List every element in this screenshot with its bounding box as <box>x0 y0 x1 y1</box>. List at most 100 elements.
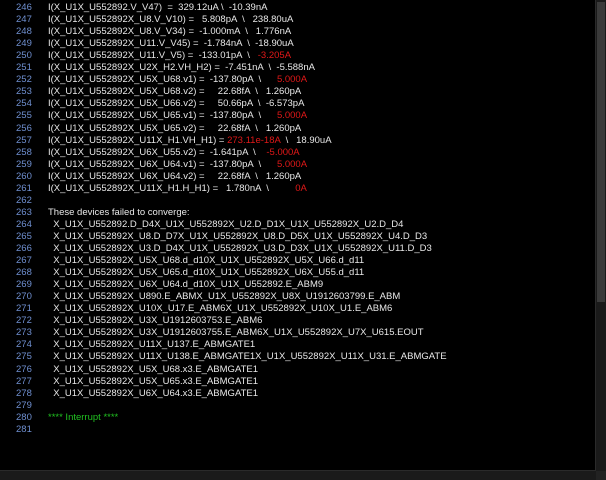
output-text: I(X_U1X_U552892X_U5X_U65.v1) = -137.80pA… <box>48 110 277 122</box>
error-value: -3.205A <box>257 50 292 62</box>
output-line: I(X_U1X_U552892X_U8.V_V10) = 5.808pA \ 2… <box>48 15 293 25</box>
line-number: 273 <box>16 327 32 339</box>
output-line: X_U1X_U552892X_U11X_U138.E_ABMGATE1X_U1X… <box>48 351 447 363</box>
output-text: X_U1X_U552892X_U3X_U1912603755.E_ABM6X_U… <box>48 327 424 339</box>
output-text: X_U1X_U552892X_U8.D_D7X_U1X_U552892X_U8.… <box>48 230 428 242</box>
scrollbar-corner <box>596 471 606 480</box>
line-number: 257 <box>16 134 32 146</box>
output-text: X_U1X_U552892X_U11X_U137.E_ABMGATE1 <box>48 339 256 351</box>
output-text: I(X_U1X_U552892X_U2X_H2.VH_H2) = -7.451n… <box>48 62 315 74</box>
line-number: 281 <box>16 423 32 435</box>
output-text: X_U1X_U552892X_U5X_U65.d_d10X_U1X_U55289… <box>48 267 365 279</box>
line-number: 268 <box>16 267 32 279</box>
output-text: X_U1X_U552892X_U10X_U17.E_ABM6X_U1X_U552… <box>48 303 393 315</box>
line-number: 260 <box>16 170 32 182</box>
output-text: I(X_U1X_U552892X_U6X_U64.v2) = 22.68fA \… <box>48 170 302 182</box>
output-text: X_U1X_U552892X_U11X_U138.E_ABMGATE1X_U1X… <box>48 351 447 363</box>
output-text: \ 18.90uA <box>280 134 332 146</box>
line-number: 270 <box>16 291 32 303</box>
horizontal-scrollbar[interactable] <box>0 470 596 480</box>
output-text: These devices failed to converge: <box>48 206 190 218</box>
line-number: 261 <box>16 182 32 194</box>
output-line: I(X_U1X_U552892X_U6X_U64.v2) = 22.68fA \… <box>48 170 302 182</box>
line-number: 262 <box>16 194 32 206</box>
output-text: I(X_U1X_U552892X_U8.V_V10) = 5.808pA \ 2… <box>48 14 294 26</box>
line-number: 256 <box>16 122 32 134</box>
output-text: I(X_U1X_U552892X_U8.V_V34) = -1.000mA \ … <box>48 26 292 38</box>
output-line: X_U1X_U552892X_U5X_U65.d_d10X_U1X_U55289… <box>48 268 364 278</box>
line-number: 271 <box>16 303 32 315</box>
line-number: 250 <box>16 50 32 62</box>
vertical-scrollbar[interactable] <box>595 0 606 471</box>
output-line: I(X_U1X_U552892X_U6X_U55.v2) = -1.641pA … <box>48 146 300 158</box>
output-line: I(X_U1X_U552892X_U5X_U65.v1) = -137.80pA… <box>48 111 307 121</box>
line-number: 272 <box>16 315 32 327</box>
output-line: I(X_U1X_U552892X_U11.V_V5) = -133.01pA \… <box>48 51 291 61</box>
output-text: I(X_U1X_U552892X_U5X_U65.v2) = 22.68fA \… <box>48 122 302 134</box>
error-value: 273.11e-18A <box>227 134 281 146</box>
output-text: I(X_U1X_U552892X_U11X_H1.H_H1) = 1.780nA… <box>48 182 296 194</box>
output-text: I(X_U1X_U552892X_U5X_U68.v2) = 22.68fA \… <box>48 86 302 98</box>
output-line: X_U1X_U552892X_U5X_U65.x3.E_ABMGATE1 <box>48 375 258 387</box>
line-number: 247 <box>16 14 32 26</box>
output-text: I(X_U1X_U552892.V_V47) = 329.12uA \ -10.… <box>48 2 268 13</box>
line-number: 275 <box>16 351 32 363</box>
output-line: I(X_U1X_U552892X_U11.V_V45) = -1.784nA \… <box>48 39 294 49</box>
line-number: 276 <box>16 363 32 375</box>
line-number: 259 <box>16 158 32 170</box>
output-line: I(X_U1X_U552892.V_V47) = 329.12uA \ -10.… <box>48 3 267 13</box>
output-line: X_U1X_U552892X_U6X_U64.d_d10X_U1X_U55289… <box>48 280 323 290</box>
output-line: X_U1X_U552892X_U3X_U1912603755.E_ABM6X_U… <box>48 327 424 339</box>
output-line: X_U1X_U552892X_U10X_U17.E_ABM6X_U1X_U552… <box>48 304 392 314</box>
output-text: I(X_U1X_U552892X_U11X_H1.VH_H1) = <box>48 134 228 146</box>
output-text-view[interactable]: 246 I(X_U1X_U552892.V_V47) = 329.12uA \ -… <box>0 0 596 471</box>
line-number: 254 <box>16 98 32 110</box>
line-number: 264 <box>16 218 32 230</box>
output-line: **** Interrupt **** <box>48 411 119 423</box>
output-line: These devices failed to converge: <box>48 206 190 218</box>
interrupt-message: **** Interrupt **** <box>48 411 119 423</box>
output-line: X_U1X_U552892X_U3.D_D4X_U1X_U552892X_U3.… <box>48 244 432 254</box>
error-value: 0A <box>295 182 307 194</box>
output-text: I(X_U1X_U552892X_U11.V_V5) = -133.01pA \ <box>48 50 258 62</box>
output-text: X_U1X_U552892X_U3X_U1912603753.E_ABM6 <box>48 315 263 327</box>
line-number: 266 <box>16 243 32 254</box>
output-line: X_U1X_U552892X_U11X_U137.E_ABMGATE1 <box>48 340 255 350</box>
output-text: X_U1X_U552892.D_D4X_U1X_U552892X_U2.D_D1… <box>48 218 404 230</box>
vertical-scrollbar-thumb[interactable] <box>597 2 605 302</box>
output-line: X_U1X_U552892X_U890.E_ABMX_U1X_U552892X_… <box>48 292 400 302</box>
error-value: 5.000A <box>276 110 308 122</box>
output-text: I(X_U1X_U552892X_U6X_U55.v2) = -1.641pA … <box>48 146 267 158</box>
line-number: 255 <box>16 110 32 122</box>
line-number: 253 <box>16 86 32 98</box>
line-number: 280 <box>16 411 32 423</box>
line-number: 279 <box>16 399 32 411</box>
output-line: I(X_U1X_U552892X_U11X_H1.VH_H1) = 273.11… <box>48 134 332 146</box>
error-value: 5.000A <box>276 158 308 170</box>
line-number: 269 <box>16 279 32 291</box>
line-number: 267 <box>16 255 32 267</box>
output-line: X_U1X_U552892X_U6X_U64.x3.E_ABMGATE1 <box>48 388 258 399</box>
line-number: 252 <box>16 74 32 86</box>
output-text: X_U1X_U552892X_U5X_U68.d_d10X_U1X_U55289… <box>48 255 365 267</box>
error-value: 5.000A <box>276 74 308 86</box>
line-number: 249 <box>16 38 32 50</box>
output-line: X_U1X_U552892X_U5X_U68.x3.E_ABMGATE1 <box>48 364 258 375</box>
line-number: 277 <box>16 375 32 387</box>
output-line: I(X_U1X_U552892X_U2X_H2.VH_H2) = -7.451n… <box>48 63 315 73</box>
output-text: X_U1X_U552892X_U5X_U65.x3.E_ABMGATE1 <box>48 375 258 387</box>
line-number: 258 <box>16 146 32 158</box>
output-line: X_U1X_U552892X_U8.D_D7X_U1X_U552892X_U8.… <box>48 230 428 242</box>
line-number: 274 <box>16 339 32 351</box>
output-line: I(X_U1X_U552892X_U5X_U66.v2) = 50.66pA \… <box>48 99 304 109</box>
output-text: I(X_U1X_U552892X_U11.V_V45) = -1.784nA \… <box>48 38 294 50</box>
line-number: 263 <box>16 206 32 218</box>
line-number: 278 <box>16 387 32 399</box>
output-line: I(X_U1X_U552892X_U11X_H1.H_H1) = 1.780nA… <box>48 182 307 194</box>
output-text: I(X_U1X_U552892X_U5X_U66.v2) = 50.66pA \… <box>48 98 305 110</box>
output-line: I(X_U1X_U552892X_U5X_U68.v1) = -137.80pA… <box>48 75 307 85</box>
output-line: I(X_U1X_U552892X_U8.V_V34) = -1.000mA \ … <box>48 27 291 37</box>
output-line: X_U1X_U552892X_U3X_U1912603753.E_ABM6 <box>48 316 262 326</box>
line-number: 251 <box>16 62 32 74</box>
line-number: 246 <box>16 2 32 13</box>
